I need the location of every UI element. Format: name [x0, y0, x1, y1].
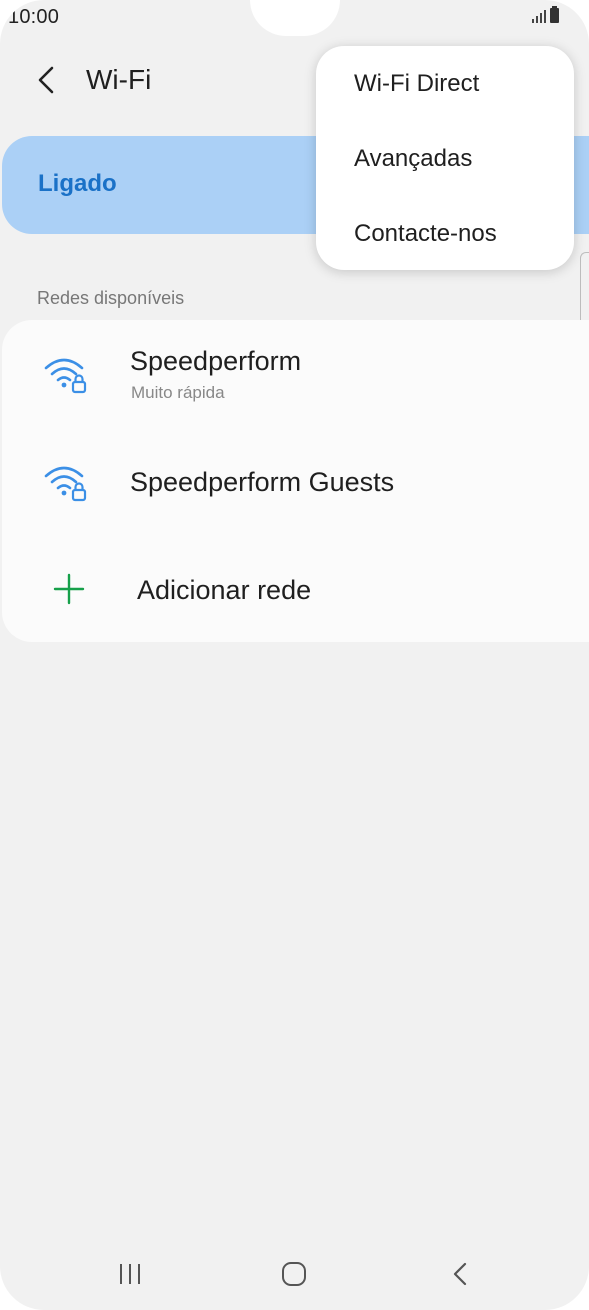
wifi-lock-icon	[44, 466, 87, 502]
signal-icon	[532, 9, 546, 23]
navigation-bar	[0, 1240, 589, 1310]
menu-item-wifi-direct[interactable]: Wi-Fi Direct	[354, 70, 479, 98]
network-speed: Muito rápida	[131, 383, 225, 402]
battery-icon	[550, 6, 559, 23]
wifi-lock-icon	[44, 358, 87, 394]
available-networks-label: Redes disponíveis	[37, 288, 185, 308]
nav-back-icon[interactable]	[450, 1260, 470, 1288]
recents-icon[interactable]	[118, 1262, 144, 1286]
network-name: Speedperform Guests	[130, 467, 395, 497]
page-title: Wi-Fi	[86, 64, 152, 95]
menu-item-advanced[interactable]: Avançadas	[354, 145, 472, 173]
back-button[interactable]	[30, 62, 66, 98]
home-icon[interactable]	[280, 1260, 308, 1288]
status-icons	[532, 6, 559, 23]
chevron-left-icon	[38, 66, 54, 94]
status-time: 10:00	[8, 6, 60, 28]
network-item-speedperform[interactable]: Speedperform Muito rápida	[2, 320, 589, 440]
screen: 10:00 Wi-Fi Ligado Redes disponíveis Spe…	[0, 0, 589, 1310]
network-name: Speedperform	[130, 346, 302, 376]
add-network-button[interactable]: Adicionar rede	[2, 550, 589, 642]
add-network-label: Adicionar rede	[137, 575, 312, 605]
overflow-menu: Wi-Fi Direct Avançadas Contacte-nos	[316, 46, 574, 270]
wifi-toggle-label: Ligado	[38, 170, 117, 197]
network-item-speedperform-guests[interactable]: Speedperform Guests	[2, 440, 589, 550]
plus-icon	[53, 573, 85, 605]
camera-notch	[250, 0, 340, 36]
menu-item-contact-us[interactable]: Contacte-nos	[354, 220, 497, 248]
network-list: Speedperform Muito rápida Speedperform G…	[2, 320, 589, 642]
